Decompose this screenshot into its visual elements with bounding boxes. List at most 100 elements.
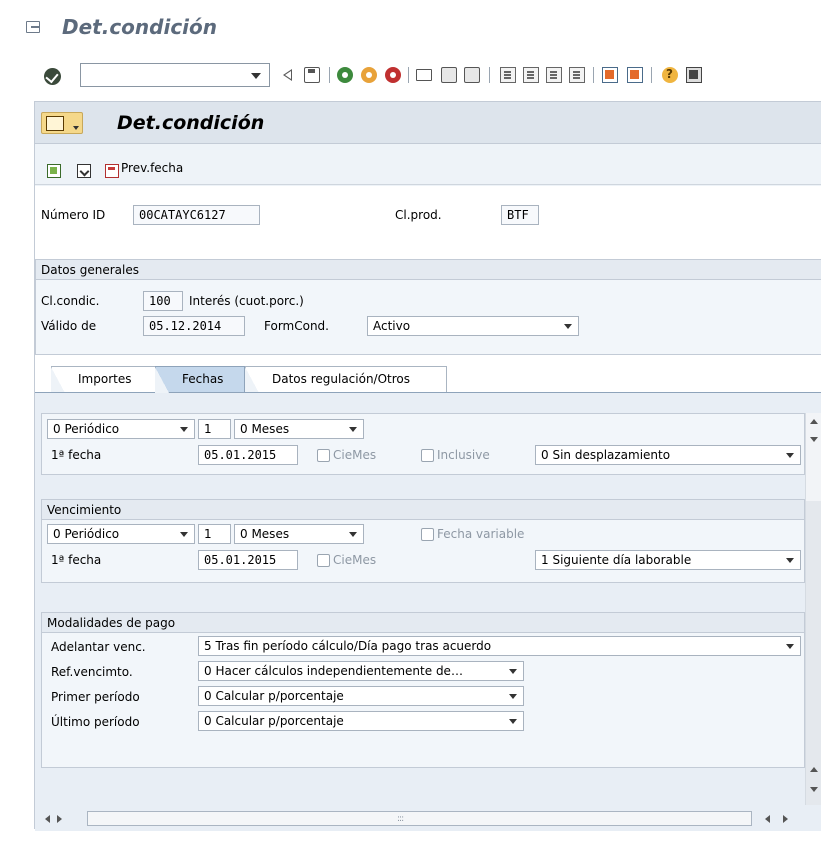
checkbox-box — [421, 448, 434, 462]
numero-id-field[interactable]: 00CATAYC6127 — [133, 205, 260, 225]
scroll-up-icon[interactable] — [810, 767, 818, 772]
checkbox-box — [317, 448, 330, 462]
chevron-down-icon — [509, 719, 517, 724]
inclusive-label: Inclusive — [437, 448, 490, 462]
clcondic-text: Interés (cuot.porc.) — [189, 294, 304, 308]
ultimo-periodo-label: Último período — [51, 715, 140, 729]
toolbar-separator — [593, 67, 594, 83]
ultimo-periodo-dropdown[interactable]: 0 Calcular p/porcentaje — [198, 711, 524, 731]
scroll-right-icon[interactable] — [783, 815, 788, 823]
tab-datos-regulacion-label: Datos regulación/Otros — [272, 372, 411, 386]
print-icon[interactable] — [416, 69, 432, 81]
vencimiento-count-field[interactable]: 1 — [198, 524, 231, 544]
vencimiento-first-date-field[interactable]: 05.01.2015 — [198, 550, 298, 570]
window-title-bar: Det.condición — [0, 0, 821, 50]
checkbox-box — [317, 553, 330, 567]
check-icon[interactable] — [44, 68, 61, 85]
scroll-grip[interactable]: ::: — [397, 814, 404, 824]
ref-vencimto-label: Ref.vencimto. — [51, 665, 133, 679]
previous-page-icon[interactable] — [523, 67, 539, 83]
chevron-down-icon — [786, 453, 794, 458]
chevron-down-icon — [180, 532, 188, 537]
chevron-down-icon — [349, 532, 357, 537]
vencimiento-unit-dropdown[interactable]: 0 Meses — [234, 524, 364, 544]
fecha-variable-checkbox[interactable]: Fecha variable — [421, 527, 524, 541]
scroll-right-icon[interactable] — [57, 815, 62, 823]
clprod-field[interactable]: BTF — [501, 205, 539, 225]
command-field[interactable] — [80, 63, 270, 87]
vencimiento-ciemes-checkbox[interactable]: CieMes — [317, 553, 376, 567]
save-icon[interactable] — [304, 67, 320, 83]
modalidades-title: Modalidades de pago — [42, 613, 804, 633]
scroll-up-icon[interactable] — [810, 419, 818, 424]
create-session-icon[interactable] — [602, 67, 618, 83]
lower-vertical-scrollbar[interactable] — [805, 501, 821, 805]
cancel-icon[interactable] — [385, 67, 401, 83]
check-document-icon[interactable] — [77, 164, 91, 178]
vencimiento-frequency-value: 0 Periódico — [53, 527, 120, 541]
dynpro-frame: Det.condición Prev.fecha Número ID 00CAT… — [34, 101, 821, 831]
standard-toolbar — [0, 50, 821, 98]
periodo-shift-dropdown[interactable]: 0 Sin desplazamiento — [535, 445, 801, 465]
toolbar-separator — [651, 67, 652, 83]
scroll-left-icon[interactable] — [765, 815, 770, 823]
chevron-down-icon — [786, 558, 794, 563]
tab-fechas-label: Fechas — [182, 372, 224, 386]
clcondic-field[interactable]: 100 — [143, 291, 183, 311]
scroll-down-icon[interactable] — [810, 437, 818, 442]
first-page-icon[interactable] — [500, 67, 516, 83]
exit-nav-icon[interactable] — [361, 67, 377, 83]
periodo-shift-value: 0 Sin desplazamiento — [541, 448, 671, 462]
vencimiento-unit-value: 0 Meses — [240, 527, 290, 541]
datos-generales-title: Datos generales — [36, 260, 821, 280]
display-change-icon[interactable] — [47, 164, 61, 178]
valido-de-label: Válido de — [41, 319, 97, 333]
last-page-icon[interactable] — [569, 67, 585, 83]
valido-de-field[interactable]: 05.12.2014 — [143, 316, 245, 336]
periodo-first-date-field[interactable]: 05.01.2015 — [198, 445, 298, 465]
prev-fecha-button[interactable]: Prev.fecha — [121, 161, 183, 175]
next-page-icon[interactable] — [546, 67, 562, 83]
exit-icon[interactable] — [26, 21, 40, 33]
back-nav-icon[interactable] — [337, 67, 353, 83]
back-icon[interactable] — [283, 69, 292, 81]
fecha-variable-label: Fecha variable — [437, 527, 525, 541]
periodo-frequency-dropdown[interactable]: 0 Periódico — [47, 419, 195, 439]
upper-vertical-scrollbar[interactable] — [805, 413, 821, 501]
tab-importes[interactable]: Importes — [51, 366, 157, 393]
calendar-icon[interactable] — [105, 164, 119, 178]
find-next-icon[interactable] — [464, 67, 480, 83]
menu-icon[interactable] — [41, 112, 83, 134]
periodo-count-field[interactable]: 1 — [198, 419, 231, 439]
primer-periodo-label: Primer período — [51, 690, 140, 704]
adelantar-venc-dropdown[interactable]: 5 Tras fin período cálculo/Día pago tras… — [198, 636, 801, 656]
tab-datos-regulacion[interactable]: Datos regulación/Otros — [245, 366, 447, 393]
vencimiento-shift-dropdown[interactable]: 1 Siguiente día laborable — [535, 550, 801, 570]
clcondic-label: Cl.condic. — [41, 294, 100, 308]
primer-periodo-value: 0 Calcular p/porcentaje — [204, 689, 344, 703]
toolbar-separator — [329, 67, 330, 83]
scroll-track[interactable] — [87, 811, 752, 826]
formcond-dropdown[interactable]: Activo — [367, 316, 579, 336]
chevron-down-icon — [509, 694, 517, 699]
vencimiento-first-date-label: 1ª fecha — [51, 553, 102, 567]
horizontal-scrollbar[interactable]: ::: — [35, 807, 821, 831]
ultimo-periodo-value: 0 Calcular p/porcentaje — [204, 714, 344, 728]
vencimiento-frequency-dropdown[interactable]: 0 Periódico — [47, 524, 195, 544]
tab-fechas[interactable]: Fechas — [155, 366, 245, 393]
scroll-left-icon[interactable] — [45, 815, 50, 823]
primer-periodo-dropdown[interactable]: 0 Calcular p/porcentaje — [198, 686, 524, 706]
formcond-value: Activo — [373, 319, 411, 333]
periodo-unit-dropdown[interactable]: 0 Meses — [234, 419, 364, 439]
find-icon[interactable] — [441, 67, 457, 83]
customize-layout-icon[interactable] — [686, 67, 702, 83]
periodo-ciemes-checkbox[interactable]: CieMes — [317, 448, 376, 462]
periodo-inclusive-checkbox[interactable]: Inclusive — [421, 448, 490, 462]
chevron-down-icon[interactable] — [251, 73, 261, 79]
ref-vencimto-dropdown[interactable]: 0 Hacer cálculos independientemente de… — [198, 661, 524, 681]
scroll-down-icon[interactable] — [810, 787, 818, 792]
ciemes-label: CieMes — [333, 553, 377, 567]
shortcut-icon[interactable] — [627, 67, 643, 83]
help-icon[interactable] — [662, 67, 678, 83]
ref-vencimto-value: 0 Hacer cálculos independientemente de… — [204, 664, 463, 678]
